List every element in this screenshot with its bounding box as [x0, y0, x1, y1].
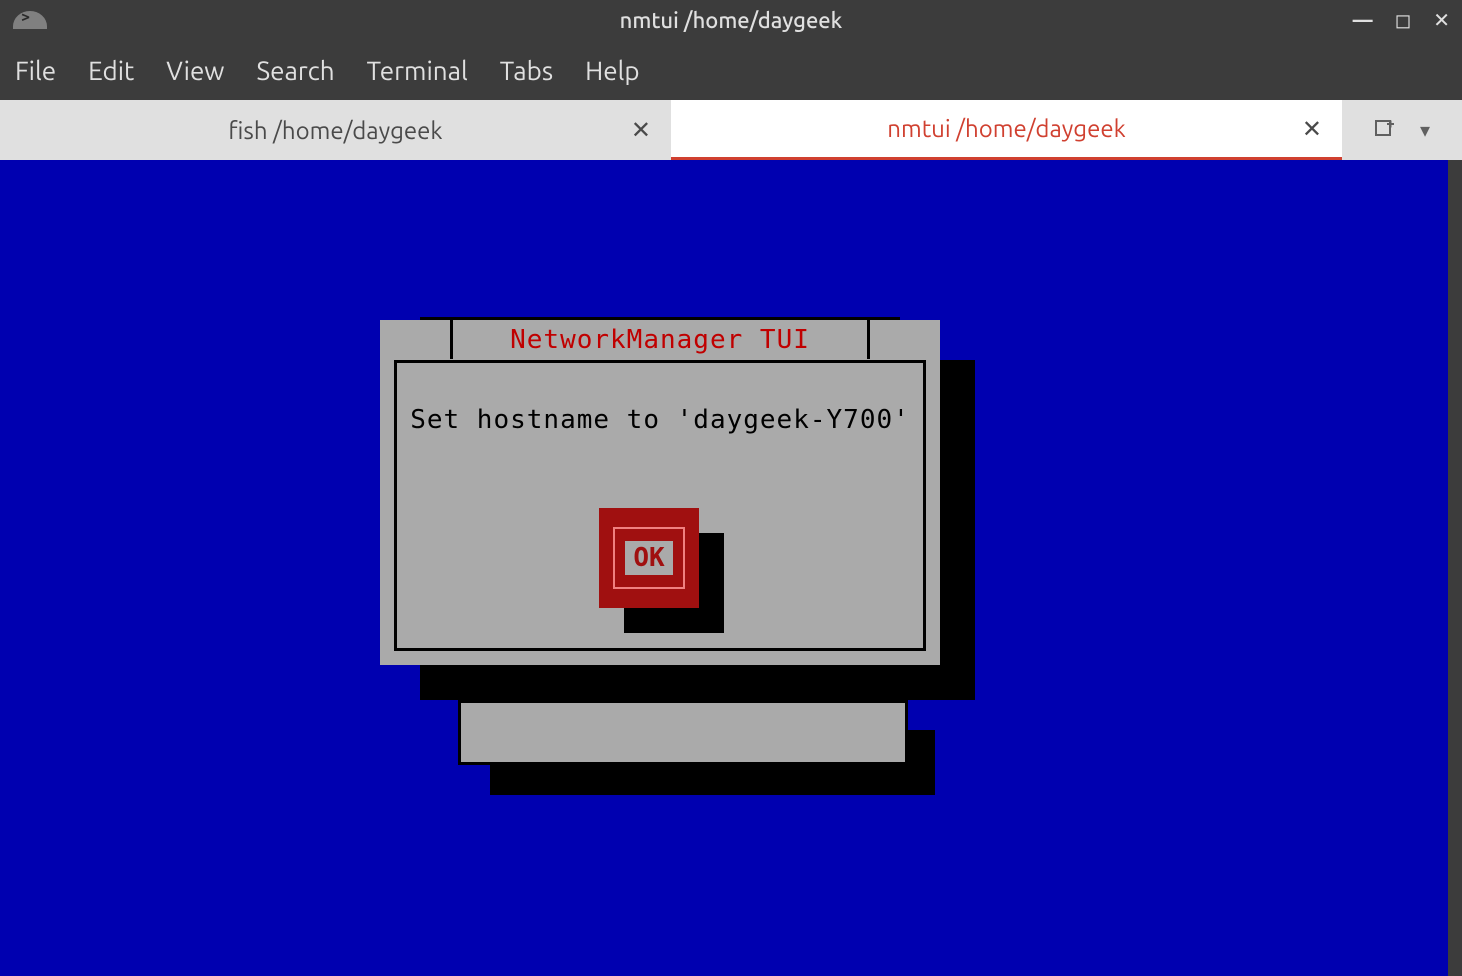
- dialog: NetworkManager TUI Set hostname to 'dayg…: [380, 320, 940, 665]
- app-icon: [0, 0, 60, 40]
- menu-terminal[interactable]: Terminal: [367, 56, 468, 85]
- maximize-button[interactable]: ◻: [1395, 8, 1412, 32]
- tab-dropdown-icon[interactable]: ▾: [1420, 118, 1430, 142]
- tab-fish[interactable]: fish /home/daygeek ✕: [0, 100, 671, 160]
- tab-close-icon[interactable]: ✕: [1302, 115, 1322, 143]
- menu-file[interactable]: File: [15, 56, 56, 85]
- tab-label: nmtui /home/daygeek: [887, 115, 1125, 142]
- close-button[interactable]: ✕: [1433, 8, 1450, 32]
- tab-bar: fish /home/daygeek ✕ nmtui /home/daygeek…: [0, 100, 1462, 160]
- ok-button[interactable]: OK: [599, 508, 699, 608]
- new-tab-button[interactable]: [1374, 117, 1396, 143]
- ok-button-inner: OK: [613, 527, 685, 589]
- window-controls: — ◻ ✕: [1353, 8, 1450, 32]
- tab-label: fish /home/daygeek: [228, 117, 442, 144]
- terminal-content[interactable]: NetworkManager TUI Set hostname to 'dayg…: [0, 160, 1462, 976]
- dialog-message: Set hostname to 'daygeek-Y700': [410, 405, 910, 435]
- menu-bar: File Edit View Search Terminal Tabs Help: [0, 40, 1462, 100]
- menu-tabs[interactable]: Tabs: [500, 56, 553, 85]
- minimize-button[interactable]: —: [1353, 8, 1373, 32]
- dialog-body: Set hostname to 'daygeek-Y700' OK: [394, 360, 926, 651]
- tab-nmtui[interactable]: nmtui /home/daygeek ✕: [671, 100, 1342, 160]
- tab-close-icon[interactable]: ✕: [631, 116, 651, 144]
- menu-view[interactable]: View: [166, 56, 224, 85]
- tab-extras: ▾: [1342, 100, 1462, 160]
- dialog-border-notch: [420, 317, 450, 337]
- dialog-title-bar: NetworkManager TUI: [450, 317, 870, 359]
- window-titlebar: nmtui /home/daygeek — ◻ ✕: [0, 0, 1462, 40]
- scrollbar[interactable]: [1448, 160, 1462, 976]
- menu-edit[interactable]: Edit: [88, 56, 134, 85]
- menu-search[interactable]: Search: [256, 56, 334, 85]
- menu-help[interactable]: Help: [585, 56, 640, 85]
- dialog-border-notch: [870, 317, 900, 337]
- terminal-icon: [13, 11, 47, 29]
- dialog-title: NetworkManager TUI: [510, 325, 810, 355]
- ok-button-label: OK: [625, 541, 672, 575]
- background-dialog: [458, 700, 908, 765]
- window-title: nmtui /home/daygeek: [620, 8, 843, 33]
